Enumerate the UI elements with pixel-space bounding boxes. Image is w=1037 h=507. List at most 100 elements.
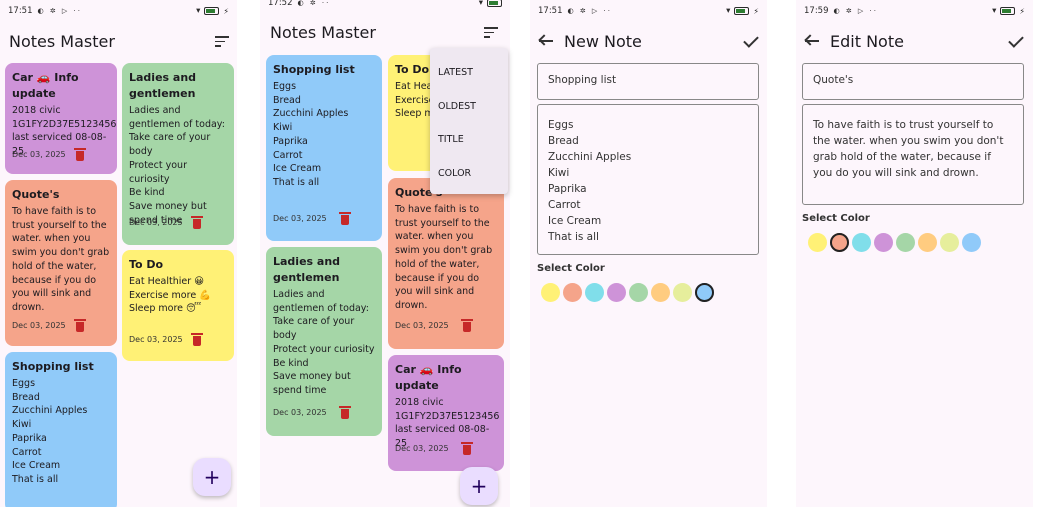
- note-body: Ladies and gentlemen of today: Take care…: [129, 105, 225, 226]
- delete-icon[interactable]: [74, 318, 86, 332]
- color-swatch-cyan[interactable]: [585, 283, 604, 302]
- color-swatch-purple[interactable]: [607, 283, 626, 302]
- note-footer: Dec 03, 2025: [273, 405, 375, 419]
- battery-icon: [1000, 7, 1016, 15]
- charging-icon: ⚡: [1019, 6, 1025, 16]
- status-right: ▾ ⚡: [726, 6, 759, 16]
- save-check-icon[interactable]: [1008, 32, 1024, 48]
- battery-icon: [204, 7, 220, 15]
- color-swatch-amber[interactable]: [918, 233, 937, 252]
- color-swatch-cyan[interactable]: [852, 233, 871, 252]
- add-note-button[interactable]: +: [193, 458, 231, 496]
- screen-edit-note: 17:59 ◐ ✲ ▷ ·· ▾ ⚡ Edit Note Quote's To …: [796, 0, 1033, 507]
- note-title-value: Shopping list: [548, 74, 617, 86]
- delete-icon[interactable]: [339, 405, 351, 419]
- note-date: Dec 03, 2025: [12, 320, 66, 330]
- color-swatch-green[interactable]: [629, 283, 648, 302]
- delete-icon[interactable]: [191, 215, 203, 229]
- color-swatch-yellow[interactable]: [808, 233, 827, 252]
- note-title-input[interactable]: Shopping list: [537, 63, 759, 100]
- note-footer: Dec 03, 2025: [129, 332, 227, 346]
- sort-menu: LATEST OLDEST TITLE COLOR: [430, 48, 508, 194]
- note-body: To have faith is to trust yourself to th…: [395, 204, 493, 311]
- sort-menu-item-color[interactable]: COLOR: [430, 157, 508, 191]
- battery-icon: [487, 0, 502, 7]
- note-date: Dec 03, 2025: [273, 213, 327, 223]
- note-body: To have faith is to trust yourself to th…: [12, 206, 110, 313]
- color-swatch-lime[interactable]: [940, 233, 959, 252]
- color-picker: [808, 233, 981, 252]
- note-title: Shopping list: [273, 63, 355, 76]
- sort-menu-item-latest[interactable]: LATEST: [430, 56, 508, 90]
- note-footer: Dec 03, 2025: [129, 215, 227, 229]
- select-color-label: Select Color: [537, 263, 605, 274]
- color-picker: [541, 283, 714, 302]
- color-swatch-orange[interactable]: [563, 283, 582, 302]
- sort-filter-icon[interactable]: [484, 27, 498, 39]
- color-swatch-lime[interactable]: [673, 283, 692, 302]
- color-swatch-blue[interactable]: [962, 233, 981, 252]
- status-time: 17:59: [804, 6, 829, 16]
- note-card[interactable]: Quote's To have faith is to trust yourse…: [5, 180, 117, 346]
- color-swatch-orange-selected[interactable]: [830, 233, 849, 252]
- delete-icon[interactable]: [339, 211, 351, 225]
- status-right: ▾: [479, 0, 502, 8]
- note-title: Ladies and gentlemen: [273, 255, 341, 284]
- save-check-icon[interactable]: [743, 32, 759, 48]
- note-body-input[interactable]: Eggs Bread Zucchini Apples Kiwi Paprika …: [537, 104, 759, 255]
- sort-menu-item-oldest[interactable]: OLDEST: [430, 90, 508, 124]
- sort-filter-icon[interactable]: [215, 36, 229, 48]
- back-arrow-icon[interactable]: [538, 34, 554, 48]
- note-card[interactable]: Ladies and gentlemen Ladies and gentleme…: [122, 63, 234, 245]
- note-date: Dec 03, 2025: [395, 443, 449, 453]
- note-card[interactable]: Car 🚗 Info update 2018 civic 1G1FY2D37E5…: [388, 355, 504, 471]
- status-time: 17:51: [538, 6, 563, 16]
- add-note-button[interactable]: +: [460, 467, 498, 505]
- screen-notes-list: 17:51 ◐ ✲ ▷ ·· ▾ ⚡ Notes Master Car 🚗 In…: [0, 0, 237, 507]
- note-title-input[interactable]: Quote's: [802, 63, 1024, 100]
- note-footer: Dec 03, 2025: [12, 318, 110, 332]
- color-swatch-amber[interactable]: [651, 283, 670, 302]
- status-indicators: ◐ ✲ ▷ ··: [567, 7, 612, 15]
- app-title: Notes Master: [270, 23, 376, 42]
- status-bar: 17:52 ◐ ✲ ·· ▾: [260, 0, 510, 14]
- status-bar: 17:51 ◐ ✲ ▷ ·· ▾ ⚡: [0, 0, 237, 22]
- note-title: Ladies and gentlemen: [129, 71, 197, 100]
- back-arrow-icon[interactable]: [804, 34, 820, 48]
- note-title: Quote's: [12, 188, 60, 201]
- note-body-value: To have faith is to trust yourself to th…: [813, 119, 1004, 179]
- note-footer: Dec 03, 2025: [273, 211, 375, 225]
- note-body: Eggs Bread Zucchini Apples Kiwi Paprika …: [273, 81, 349, 188]
- color-swatch-blue-selected[interactable]: [695, 283, 714, 302]
- note-card[interactable]: Quote's To have faith is to trust yourse…: [388, 178, 504, 349]
- wifi-icon: ▾: [478, 0, 483, 8]
- note-title: Shopping list: [12, 360, 94, 373]
- note-body: Eat Healthier 😀 Exercise more 💪 Sleep mo…: [129, 276, 212, 315]
- color-swatch-yellow[interactable]: [541, 283, 560, 302]
- note-date: Dec 03, 2025: [395, 320, 449, 330]
- status-indicators: ◐ ✲ ▷ ··: [37, 7, 82, 15]
- note-card[interactable]: Ladies and gentlemen Ladies and gentleme…: [266, 247, 382, 436]
- delete-icon[interactable]: [191, 332, 203, 346]
- delete-icon[interactable]: [461, 318, 473, 332]
- battery-icon: [734, 7, 750, 15]
- note-date: Dec 03, 2025: [129, 217, 183, 227]
- status-right: ▾ ⚡: [992, 6, 1025, 16]
- color-swatch-purple[interactable]: [874, 233, 893, 252]
- status-bar: 17:59 ◐ ✲ ▷ ·· ▾ ⚡: [796, 0, 1033, 22]
- sort-menu-item-title[interactable]: TITLE: [430, 123, 508, 157]
- color-swatch-green[interactable]: [896, 233, 915, 252]
- delete-icon[interactable]: [461, 441, 473, 455]
- select-color-label: Select Color: [802, 213, 870, 224]
- note-body: Eggs Bread Zucchini Apples Kiwi Paprika …: [12, 378, 88, 485]
- status-right: ▾ ⚡: [196, 6, 229, 16]
- note-card[interactable]: Shopping list Eggs Bread Zucchini Apples…: [5, 352, 117, 507]
- note-card[interactable]: Shopping list Eggs Bread Zucchini Apples…: [266, 55, 382, 241]
- page-title: New Note: [564, 32, 642, 51]
- wifi-icon: ▾: [196, 6, 201, 16]
- delete-icon[interactable]: [74, 147, 86, 161]
- note-card[interactable]: Car 🚗 Info update 2018 civic 1G1FY2D37E5…: [5, 63, 117, 174]
- note-body-input[interactable]: To have faith is to trust yourself to th…: [802, 104, 1024, 205]
- note-title-value: Quote's: [813, 74, 854, 86]
- note-card[interactable]: To Do Eat Healthier 😀 Exercise more 💪 Sl…: [122, 250, 234, 361]
